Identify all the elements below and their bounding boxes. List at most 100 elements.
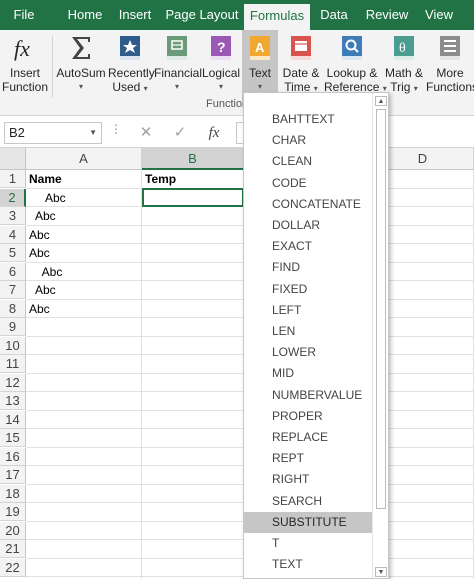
recently-used-label-2-row: Used ▾: [108, 80, 152, 96]
column-header-b[interactable]: B: [142, 148, 244, 170]
theta-book-icon: θ: [394, 36, 414, 60]
confirm-entry-button[interactable]: ✓: [168, 122, 192, 144]
financial-dropdown-arrow[interactable]: ▾: [154, 80, 200, 94]
cell-a4[interactable]: Abc: [29, 226, 141, 244]
function-item-right[interactable]: RIGHT: [244, 469, 372, 490]
tab-formulas[interactable]: Formulas: [244, 4, 310, 30]
row-header-6[interactable]: 6: [0, 262, 26, 281]
autosum-dropdown-arrow[interactable]: ▾: [56, 80, 106, 94]
scroll-up-arrow-icon[interactable]: ▲: [375, 96, 387, 106]
function-item-len[interactable]: LEN: [244, 321, 372, 342]
autosum-label: AutoSum: [56, 66, 106, 80]
row-header-20[interactable]: 20: [0, 521, 26, 540]
cell-a1[interactable]: Name: [29, 170, 141, 188]
calendar-book-icon: [291, 36, 311, 60]
name-box-value: B2: [9, 125, 25, 140]
row-header-16[interactable]: 16: [0, 447, 26, 466]
insert-function-fx-button[interactable]: fx: [202, 122, 226, 144]
logical-dropdown-arrow[interactable]: ▾: [202, 80, 240, 94]
row-header-22[interactable]: 22: [0, 558, 26, 577]
function-item-find[interactable]: FIND: [244, 257, 372, 278]
ribbon-tab-bar: File Home Insert Page Layout Formulas Data Rev…: [0, 0, 474, 30]
row-header-12[interactable]: 12: [0, 373, 26, 392]
cell-a6[interactable]: Abc: [29, 263, 141, 281]
tab-review[interactable]: Review: [360, 0, 414, 30]
row-header-2[interactable]: 2: [0, 188, 26, 207]
scroll-thumb[interactable]: [376, 109, 386, 509]
row-header-15[interactable]: 15: [0, 429, 26, 447]
row-header-11[interactable]: 11: [0, 355, 26, 373]
financial-button[interactable]: Financial ▾: [154, 30, 203, 108]
function-item-concatenate[interactable]: CONCATENATE: [244, 194, 372, 215]
function-item-mid[interactable]: MID: [244, 363, 372, 384]
select-all-corner[interactable]: [0, 148, 26, 170]
cancel-entry-button[interactable]: ✕: [134, 122, 158, 144]
tab-file[interactable]: File: [0, 0, 48, 30]
name-box-dropdown-icon[interactable]: ▼: [89, 123, 97, 143]
question-book-icon: ?: [211, 36, 231, 60]
dropdown-scrollbar[interactable]: ▲ ▼: [372, 93, 388, 578]
function-item-trim[interactable]: TRIM: [244, 575, 372, 578]
row-header-9[interactable]: 9: [0, 318, 26, 336]
function-item-replace[interactable]: REPLACE: [244, 427, 372, 448]
recently-used-dropdown-arrow[interactable]: ▾: [144, 84, 148, 93]
function-item-lower[interactable]: LOWER: [244, 342, 372, 363]
function-item-fixed[interactable]: FIXED: [244, 279, 372, 300]
row-header-21[interactable]: 21: [0, 540, 26, 558]
function-item-t[interactable]: T: [244, 533, 372, 554]
cell-a5[interactable]: Abc: [29, 244, 141, 262]
more-functions-button[interactable]: More Functions: [426, 30, 474, 108]
column-gridline: [141, 170, 142, 579]
function-item-exact[interactable]: EXACT: [244, 236, 372, 257]
function-item-proper[interactable]: PROPER: [244, 406, 372, 427]
function-item-dollar[interactable]: DOLLAR: [244, 215, 372, 236]
function-item-substitute[interactable]: SUBSTITUTE: [244, 511, 372, 533]
column-header-a[interactable]: A: [26, 148, 142, 170]
cell-a8[interactable]: Abc: [29, 300, 141, 318]
tab-page-layout[interactable]: Page Layout: [162, 0, 242, 30]
function-item-char[interactable]: CHAR: [244, 130, 372, 151]
function-item-left[interactable]: LEFT: [244, 300, 372, 321]
tab-home[interactable]: Home: [62, 0, 108, 30]
tab-insert[interactable]: Insert: [112, 0, 158, 30]
tab-data[interactable]: Data: [314, 0, 354, 30]
row-header-5[interactable]: 5: [0, 244, 26, 262]
recently-used-button[interactable]: Recently Used ▾: [108, 30, 155, 108]
row-header-18[interactable]: 18: [0, 484, 26, 503]
tab-view[interactable]: View: [414, 0, 464, 30]
function-item-numbervalue[interactable]: NUMBERVALUE: [244, 385, 372, 406]
row-header-3[interactable]: 3: [0, 207, 26, 225]
function-item-bahttext[interactable]: BAHTTEXT: [244, 109, 372, 130]
cell-a3[interactable]: Abc: [29, 207, 141, 225]
insert-function-button[interactable]: fx Insert Function: [2, 30, 48, 108]
row-header-8[interactable]: 8: [0, 299, 26, 318]
lookup-reference-label-1: Lookup &: [326, 66, 378, 80]
function-item-search[interactable]: SEARCH: [244, 491, 372, 512]
logical-button[interactable]: ? Logical ▾: [202, 30, 240, 108]
function-item-code[interactable]: CODE: [244, 173, 372, 194]
row-header-7[interactable]: 7: [0, 281, 26, 299]
selected-cell-b2[interactable]: [142, 188, 244, 207]
row-header-17[interactable]: 17: [0, 466, 26, 484]
formula-bar-grip-icon[interactable]: ⋮: [110, 122, 122, 136]
row-header-1[interactable]: 1: [0, 170, 26, 188]
cell-a7[interactable]: Abc: [29, 281, 141, 299]
row-header-13[interactable]: 13: [0, 392, 26, 410]
financial-label: Financial: [154, 66, 203, 80]
math-trig-dropdown-arrow[interactable]: ▾: [414, 84, 418, 93]
row-header-4[interactable]: 4: [0, 225, 26, 244]
text-functions-dropdown: BAHTTEXT CHAR CLEAN CODE CONCATENATE DOLLAR EX…: [243, 92, 389, 579]
function-library-group-label: Functio: [206, 98, 243, 110]
function-item-text[interactable]: TEXT: [244, 554, 372, 575]
function-item-clean[interactable]: CLEAN: [244, 151, 372, 172]
row-header-19[interactable]: 19: [0, 503, 26, 521]
row-header-10[interactable]: 10: [0, 336, 26, 355]
cell-a2[interactable]: Abc: [29, 189, 141, 207]
function-item-rept[interactable]: REPT: [244, 448, 372, 469]
cell-b1[interactable]: Temp: [145, 170, 243, 188]
row-header-14[interactable]: 14: [0, 410, 26, 429]
math-trig-label-1: Math &: [384, 66, 423, 80]
name-box[interactable]: B2 ▼: [4, 122, 102, 144]
autosum-button[interactable]: AutoSum ▾: [56, 30, 106, 108]
scroll-down-arrow-icon[interactable]: ▼: [375, 567, 387, 577]
